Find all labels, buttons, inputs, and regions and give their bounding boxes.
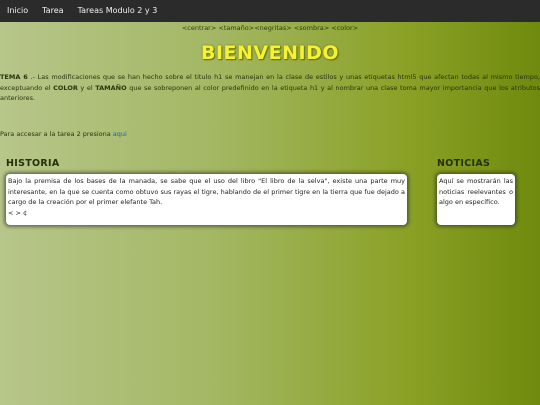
acceso-line: Para accesar a la tarea 2 presiona aqui	[0, 130, 127, 138]
tema-size-word: TAMAÑO	[95, 83, 127, 92]
acceso-text: Para accesar a la tarea 2 presiona	[0, 130, 113, 138]
historia-card: Bajo la premisa de los bases de la manad…	[6, 174, 407, 225]
aqui-link[interactable]: aqui	[113, 130, 127, 138]
nav-tareas-modulo[interactable]: Tareas Modulo 2 y 3	[71, 0, 165, 22]
tema-color-word: COLOR	[53, 83, 78, 92]
noticias-heading: NOTICIAS	[437, 158, 491, 169]
tema-label: TEMA 6	[0, 73, 28, 81]
nav-inicio[interactable]: Inicio	[0, 0, 35, 22]
historia-code-symbols: < > ¢	[8, 208, 28, 217]
nav-tarea[interactable]: Tarea	[35, 0, 70, 22]
historia-body: Bajo la premisa de los bases de la manad…	[8, 177, 405, 206]
top-navbar: Inicio Tarea Tareas Modulo 2 y 3	[0, 0, 540, 22]
noticias-card: Aquí se mostrarán las noticias reelevant…	[437, 174, 515, 225]
tema-text-2: y el	[77, 83, 96, 92]
tag-list-text: <centrar> <tamaño><negritas> <sombra> <c…	[181, 24, 359, 32]
noticias-body: Aquí se mostrarán las noticias reelevant…	[439, 177, 513, 206]
page-title: BIENVENIDO	[200, 42, 339, 64]
tema-paragraph: TEMA 6 .- Las modificaciones que se han …	[0, 72, 540, 104]
historia-heading: HISTORIA	[6, 158, 60, 169]
